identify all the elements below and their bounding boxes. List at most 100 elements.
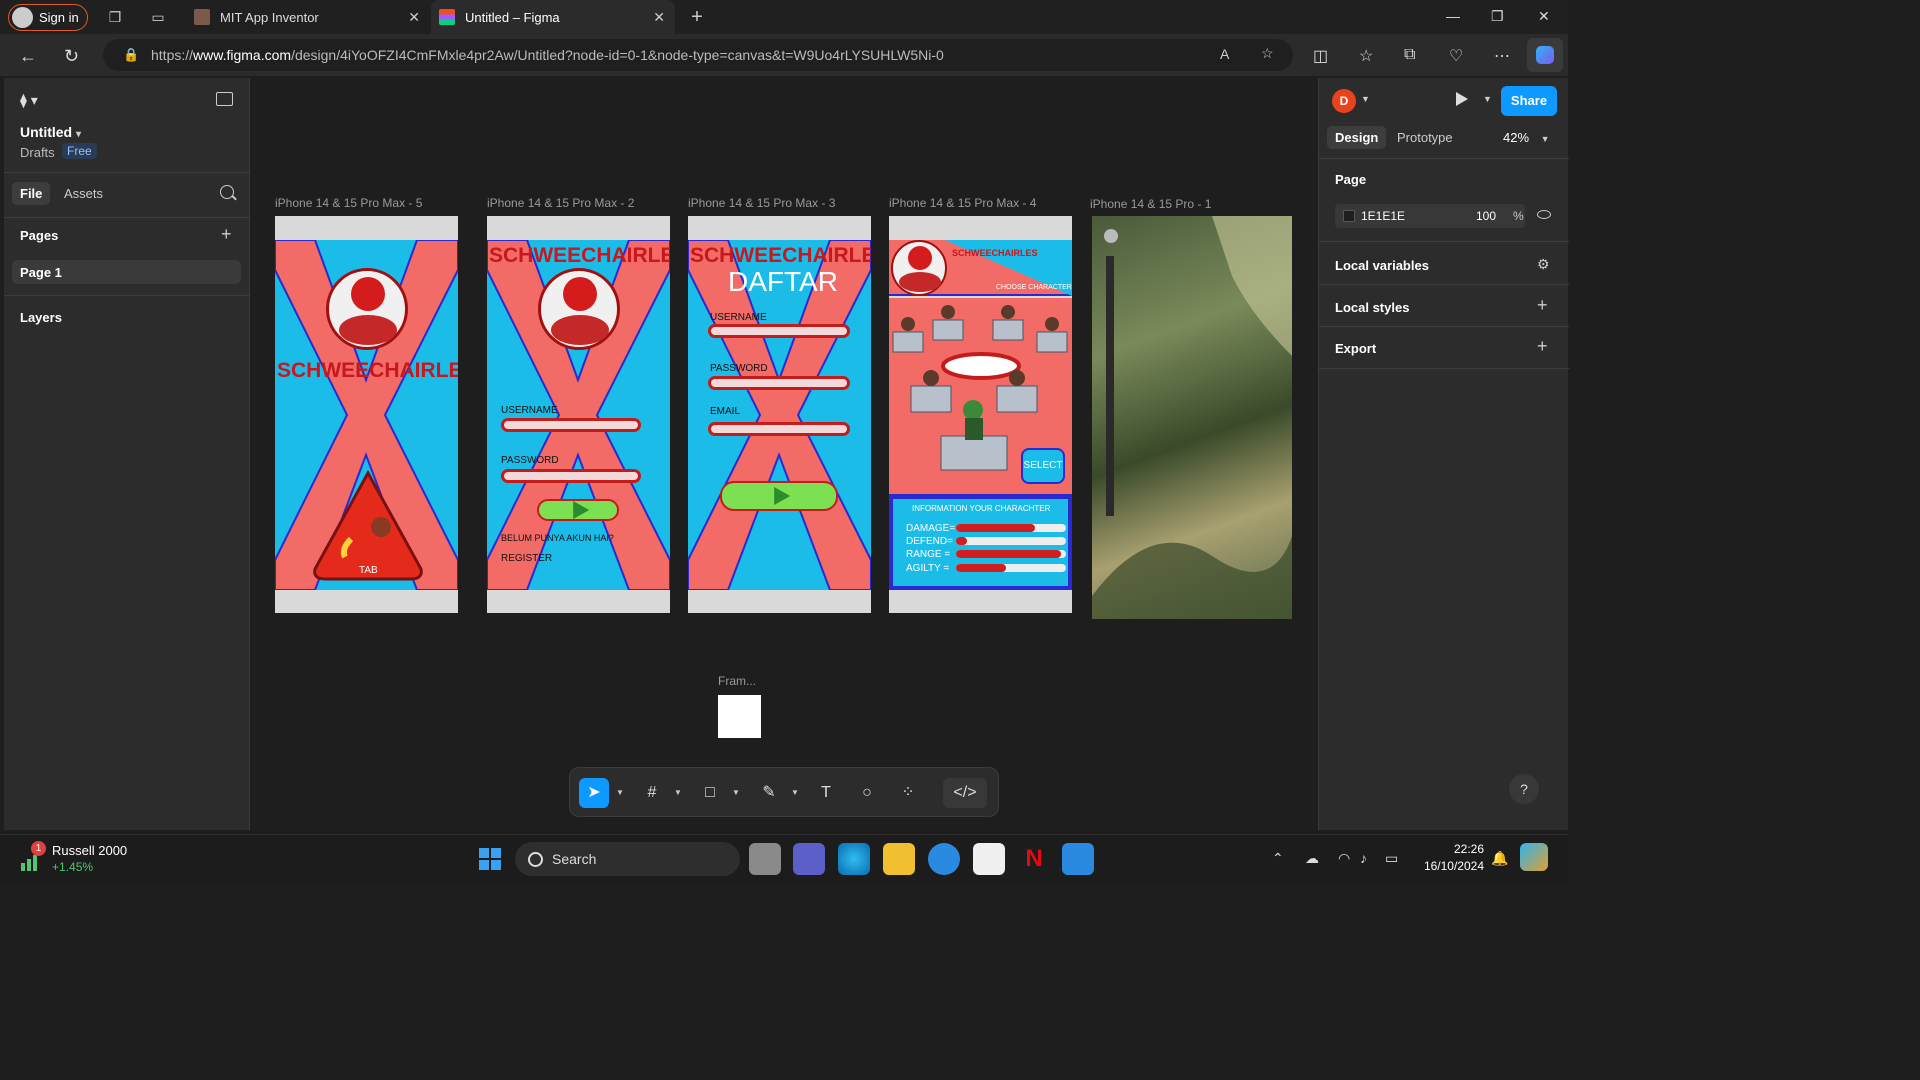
frame-label[interactable]: Fram... [718, 674, 756, 688]
refresh-icon[interactable]: ↻ [64, 46, 79, 67]
sign-in-button[interactable]: Sign in [8, 4, 88, 31]
frame-iphone-3[interactable]: SCHWEECHAIRLES DAFTAR USERNAME PASSWORD … [688, 216, 871, 613]
workspaces-icon[interactable]: ❐ [106, 8, 124, 26]
minimize-icon[interactable]: — [1446, 8, 1460, 24]
show-hidden-icons-icon[interactable]: ⌃ [1272, 850, 1284, 867]
vscode-icon[interactable] [1062, 843, 1094, 875]
netflix-icon[interactable]: N [1018, 843, 1050, 875]
windows-start-icon[interactable] [474, 843, 506, 875]
url-field[interactable]: 🔒 https://www.figma.com/design/4iYoOFZI4… [103, 39, 1293, 71]
chevron-down-icon[interactable]: ▼ [732, 788, 740, 797]
username-field[interactable] [501, 418, 641, 432]
tab-prototype[interactable]: Prototype [1389, 126, 1461, 149]
onedrive-icon[interactable]: ☁ [1305, 850, 1319, 867]
frame-label[interactable]: iPhone 14 & 15 Pro Max - 5 [275, 196, 422, 210]
favorite-star-icon[interactable]: ☆ [1261, 45, 1274, 62]
user-avatar[interactable]: D [1332, 89, 1356, 113]
opacity-value[interactable]: 100 [1476, 209, 1496, 223]
close-tab-icon[interactable]: ✕ [653, 9, 665, 26]
volume-icon[interactable]: ♪ [1360, 850, 1367, 866]
frame-blank[interactable] [718, 695, 761, 738]
read-aloud-icon[interactable]: A [1220, 46, 1229, 62]
search-icon[interactable] [220, 185, 234, 199]
username-field[interactable] [708, 324, 850, 338]
figma-main-menu-icon[interactable]: ⧫ ▾ [20, 92, 38, 109]
frame-tool-icon[interactable]: # [637, 778, 667, 808]
chevron-down-icon[interactable]: ▼ [791, 788, 799, 797]
add-export-icon[interactable]: + [1537, 336, 1548, 357]
email-field[interactable] [708, 422, 850, 436]
export-heading[interactable]: Export [1335, 341, 1376, 356]
new-tab-icon[interactable]: + [688, 7, 706, 27]
document-title[interactable]: Untitled ▾ [20, 124, 81, 140]
tab-figma[interactable]: Untitled – Figma ✕ [431, 0, 675, 34]
close-tab-icon[interactable]: ✕ [408, 9, 420, 26]
tab-file[interactable]: File [12, 182, 51, 205]
copilot-taskbar-icon[interactable] [1520, 843, 1548, 871]
drafts-link[interactable]: Drafts [20, 145, 55, 160]
chevron-down-icon[interactable]: ▼ [616, 788, 624, 797]
frame-label[interactable]: iPhone 14 & 15 Pro Max - 4 [889, 196, 1036, 210]
dev-mode-toggle-icon[interactable]: </> [943, 778, 987, 808]
battery-icon[interactable]: ▭ [1385, 850, 1398, 867]
wifi-icon[interactable]: ◠ [1338, 850, 1350, 867]
local-variables-heading[interactable]: Local variables [1335, 258, 1429, 273]
password-field[interactable] [501, 469, 641, 483]
copilot-button[interactable] [1527, 38, 1563, 72]
present-play-icon[interactable] [1456, 92, 1468, 106]
chevron-down-icon[interactable]: ▼ [674, 788, 682, 797]
password-field[interactable] [708, 376, 850, 390]
local-styles-heading[interactable]: Local styles [1335, 300, 1409, 315]
variables-settings-icon[interactable]: ⚙ [1537, 256, 1550, 273]
frame-iphone-5[interactable]: SCHWEECHAIRLES TAB [275, 216, 458, 613]
frame-iphone-2[interactable]: SCHWEECHAIRLES USERNAME PASSWORD BELUM P… [487, 216, 670, 613]
rectangle-tool-icon[interactable]: □ [695, 778, 725, 808]
back-icon[interactable]: ← [19, 46, 37, 67]
tab-actions-icon[interactable]: ▭ [149, 8, 167, 26]
teams-icon[interactable] [793, 843, 825, 875]
page-item-page-1[interactable]: Page 1 [12, 260, 241, 284]
resources-tool-icon[interactable]: ⁘ [893, 778, 923, 808]
move-tool-icon[interactable]: ➤ [579, 778, 609, 808]
register-link[interactable]: REGISTER [501, 553, 552, 564]
select-button[interactable]: SELECT [1021, 448, 1065, 484]
comment-tool-icon[interactable]: ○ [852, 778, 882, 808]
get-help-icon[interactable] [928, 843, 960, 875]
notifications-bell-icon[interactable]: 🔔 [1491, 850, 1508, 867]
taskbar-search[interactable]: Search [515, 842, 740, 876]
color-hex-value[interactable]: 1E1E1E [1361, 209, 1405, 223]
login-play-button[interactable] [537, 499, 619, 521]
frame-iphone-4[interactable]: SCHWEECHAIRLES CHOOSE CHARACTER SELECT I… [889, 216, 1072, 613]
favorites-icon[interactable]: ☆ [1359, 46, 1373, 66]
text-tool-icon[interactable]: T [811, 778, 841, 808]
page-background-color-field[interactable]: 1E1E1E 100 % [1335, 204, 1525, 228]
panel-toggle-icon[interactable] [216, 92, 233, 106]
add-page-icon[interactable]: + [221, 224, 232, 245]
color-swatch[interactable] [1343, 210, 1355, 222]
tab-design[interactable]: Design [1327, 126, 1387, 149]
visibility-eye-icon[interactable] [1537, 210, 1551, 219]
more-menu-icon[interactable]: ⋯ [1494, 46, 1510, 66]
close-window-icon[interactable]: ✕ [1538, 8, 1550, 25]
register-play-button[interactable] [720, 481, 838, 511]
frame-label[interactable]: iPhone 14 & 15 Pro - 1 [1090, 197, 1211, 211]
zoom-level[interactable]: 42% ▼ [1503, 130, 1550, 145]
figma-canvas[interactable]: iPhone 14 & 15 Pro Max - 5 iPhone 14 & 1… [250, 78, 1318, 830]
add-style-icon[interactable]: + [1537, 295, 1548, 316]
tab-assets[interactable]: Assets [56, 182, 111, 205]
restore-icon[interactable]: ❐ [1491, 8, 1504, 25]
edge-browser-icon[interactable] [838, 843, 870, 875]
chevron-down-icon[interactable]: ▼ [1483, 94, 1492, 104]
tab-mit-app-inventor[interactable]: MIT App Inventor ✕ [186, 0, 430, 34]
frame-iphone-1-image[interactable] [1092, 216, 1292, 619]
browser-essentials-icon[interactable]: ♡ [1449, 46, 1463, 66]
chevron-down-icon[interactable]: ▼ [1361, 94, 1370, 104]
task-view-icon[interactable] [749, 843, 781, 875]
microsoft-store-icon[interactable] [973, 843, 1005, 875]
file-explorer-icon[interactable] [883, 843, 915, 875]
pen-tool-icon[interactable]: ✎ [754, 778, 784, 808]
clock[interactable]: 22:26 16/10/2024 [1420, 841, 1484, 875]
frame-label[interactable]: iPhone 14 & 15 Pro Max - 2 [487, 196, 634, 210]
help-button[interactable]: ? [1509, 774, 1539, 804]
share-button[interactable]: Share [1501, 86, 1557, 116]
